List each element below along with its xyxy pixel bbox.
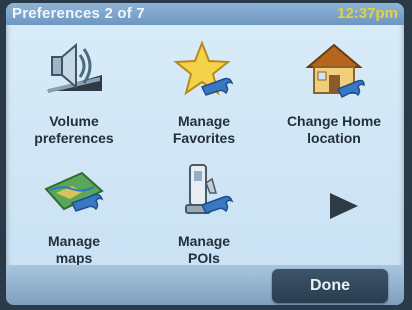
tile-label: Manage POIs	[177, 233, 231, 266]
map-wrench-icon	[44, 171, 104, 212]
page-title: Preferences 2 of 7	[12, 5, 145, 22]
manage-maps-button[interactable]: Manage maps	[10, 153, 138, 271]
volume-preferences-button[interactable]: Volume preferences	[10, 33, 138, 151]
manage-favorites-button[interactable]: Manage Favorites	[140, 33, 268, 151]
manage-pois-button[interactable]: Manage POIs	[140, 153, 268, 271]
clock: 12:37pm	[337, 5, 398, 22]
tile-label: Volume preferences	[34, 113, 114, 146]
done-button[interactable]: Done	[272, 269, 388, 303]
next-page-button[interactable]	[324, 189, 364, 225]
speaker-icon	[46, 42, 102, 93]
next-page-arrow-icon	[330, 193, 358, 219]
star-wrench-icon	[173, 40, 234, 96]
tile-label: Manage Favorites	[172, 113, 236, 146]
tile-label: Manage maps	[47, 233, 101, 266]
title-bar: Preferences 2 of 7 12:37pm	[6, 3, 404, 25]
tile-label: Change Home location	[286, 113, 382, 146]
poi-wrench-icon	[185, 164, 234, 214]
house-wrench-icon	[305, 43, 365, 99]
change-home-location-button[interactable]: Change Home location	[270, 33, 398, 151]
device-screen: Preferences 2 of 7 12:37pm Volume prefer…	[6, 3, 404, 305]
